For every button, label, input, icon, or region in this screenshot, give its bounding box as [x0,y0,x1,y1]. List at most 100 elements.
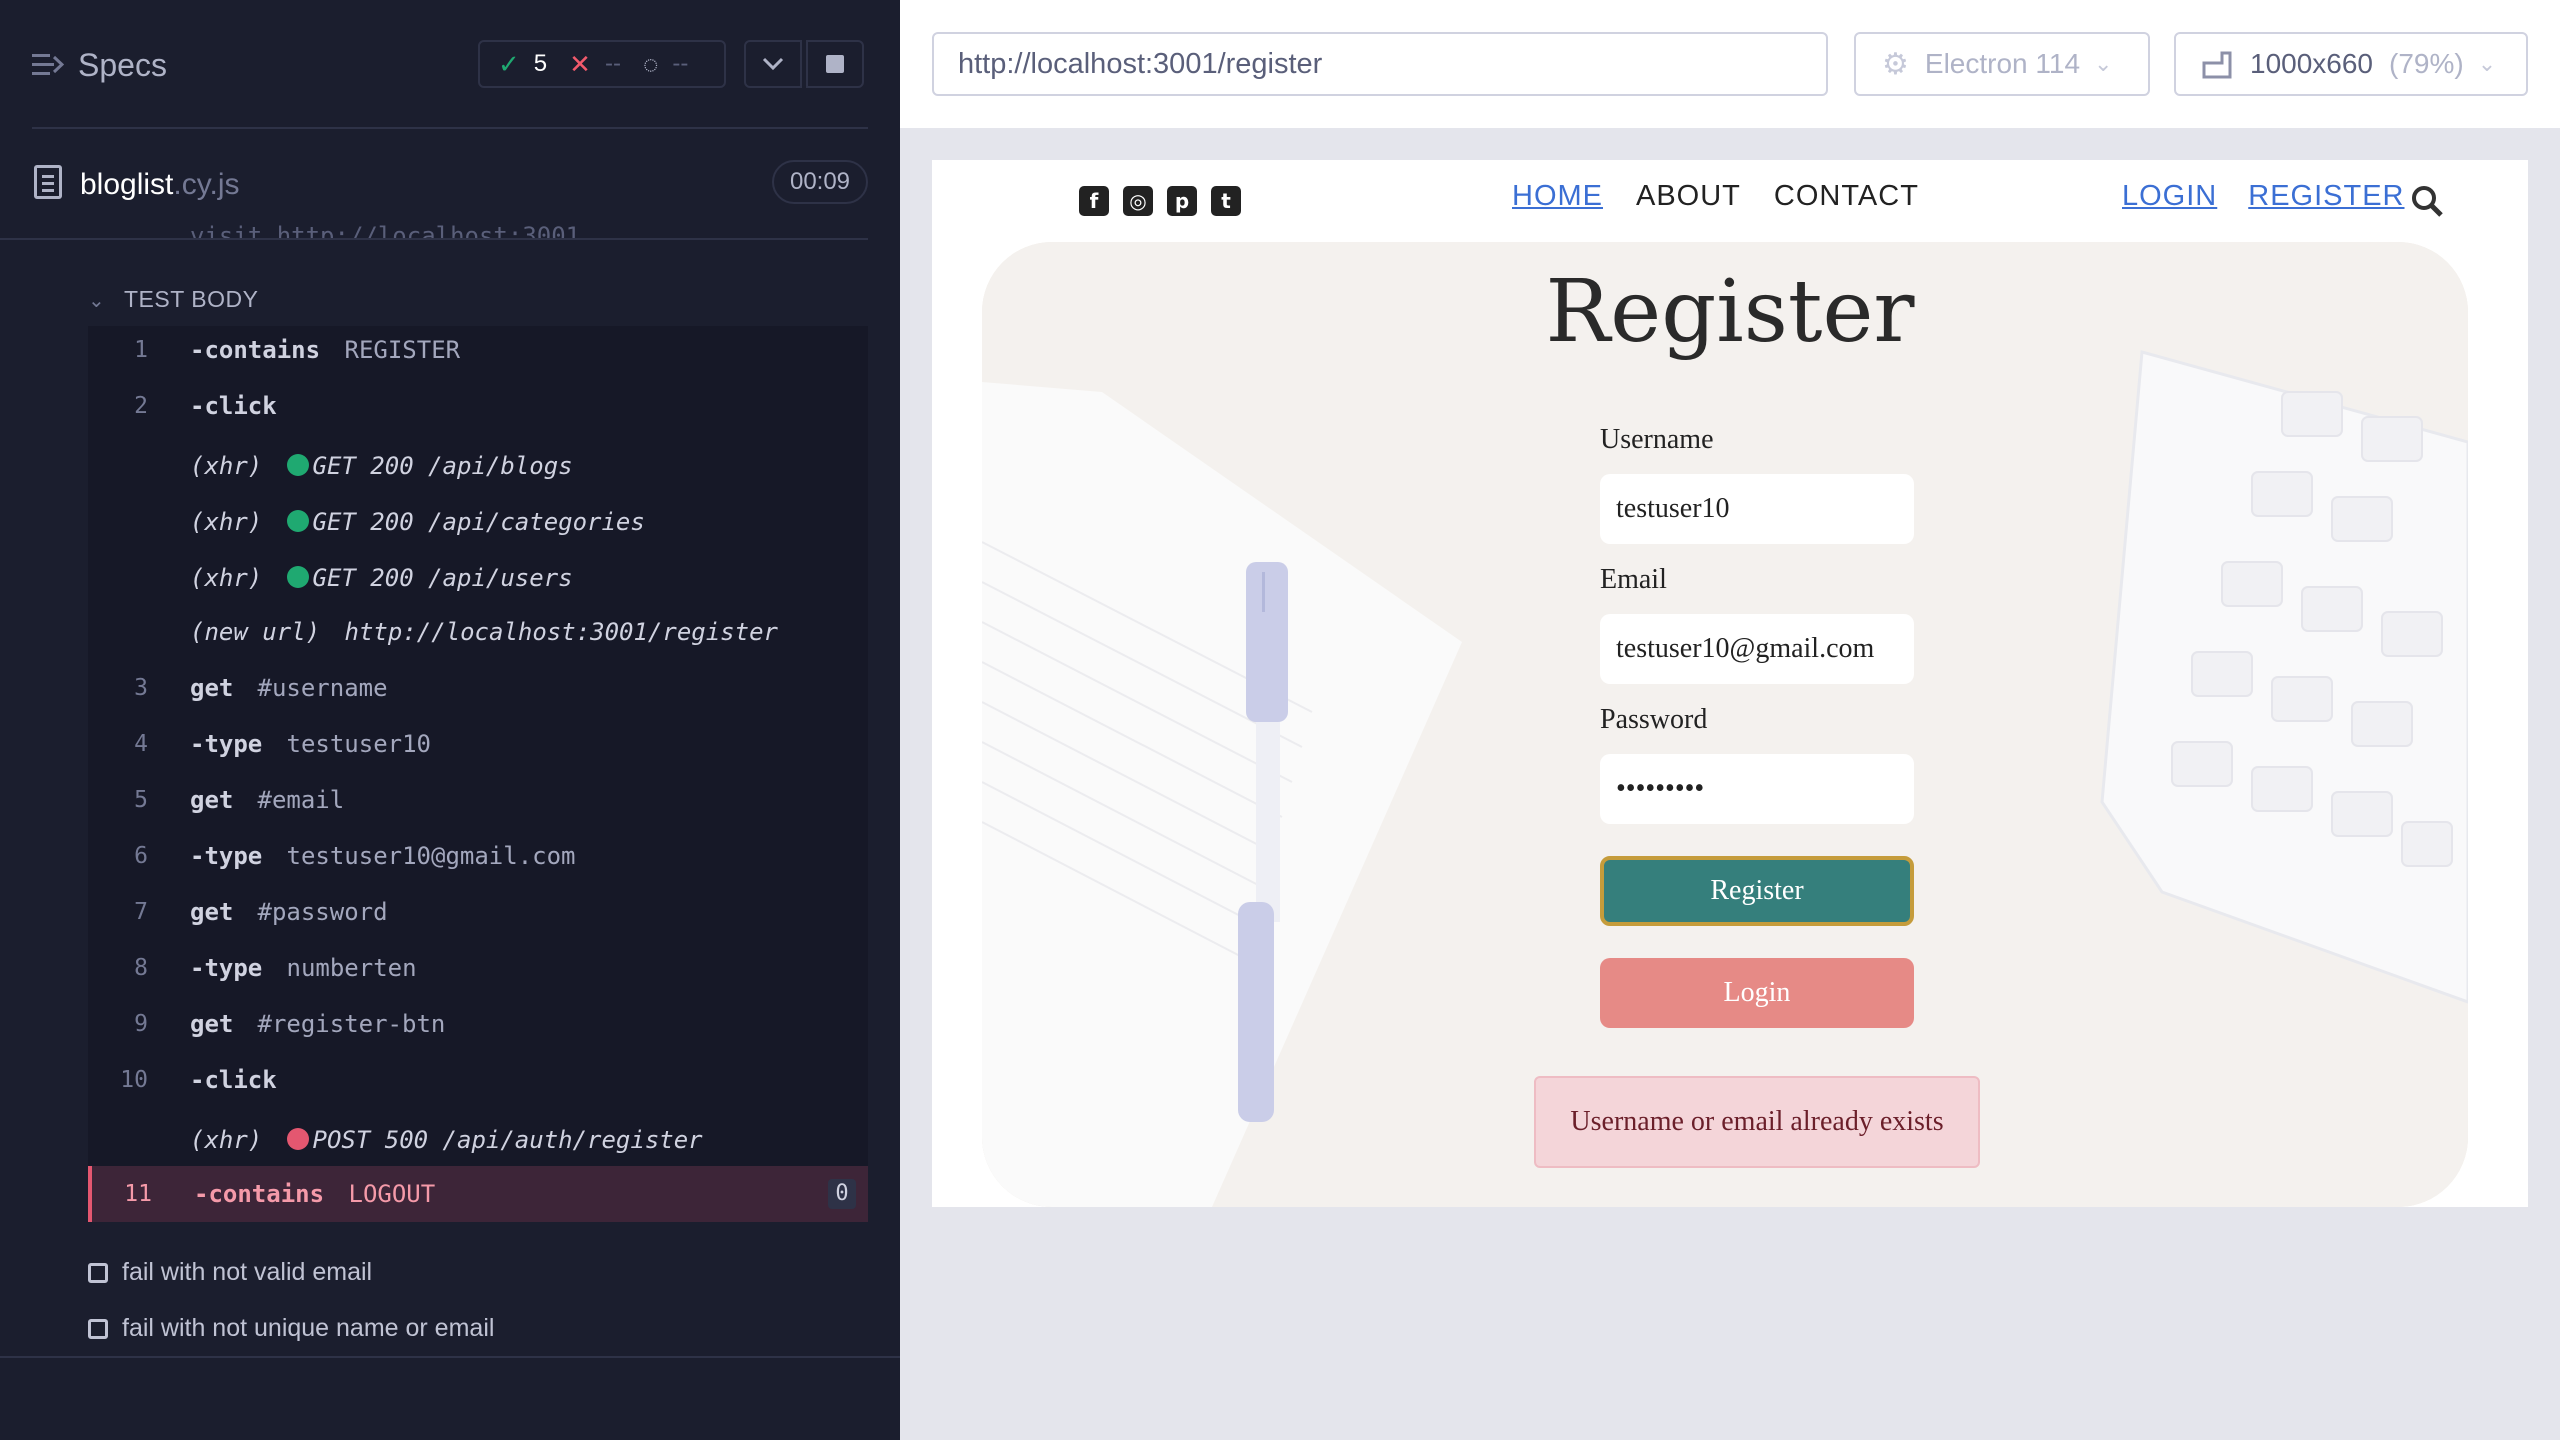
divider [32,127,868,129]
electron-icon: ⚙ [1882,47,1909,81]
viewport-selector[interactable]: 1000x660 (79%) ⌄ [2174,32,2528,96]
search-icon[interactable] [2410,184,2444,218]
main-nav: HOME ABOUT CONTACT [1512,180,1952,213]
divider [0,238,868,240]
failed-count: -- [604,50,621,77]
stop-button[interactable] [806,40,864,88]
command-message-text: testuser10 [286,730,432,758]
command-message-text: #username [257,674,388,702]
expand-collapse-button[interactable] [744,40,802,88]
username-label: Username [1600,424,1714,455]
facebook-icon[interactable]: f [1079,186,1109,216]
command-message: GET 200 /api/categories [286,508,645,536]
command-row[interactable]: 8 -type numberten [88,940,868,996]
command-message-text: GET 200 /api/users [312,564,573,592]
command-row[interactable]: 2 -click [88,378,868,434]
command-row[interactable]: 3 get #username [88,660,868,716]
pending-icon: ◌ [642,48,659,79]
file-name: bloglist [80,168,174,201]
command-name: -type [190,954,263,982]
status-ok-icon [286,566,309,588]
command-message-text: LOGOUT [348,1180,436,1208]
nav-home[interactable]: HOME [1512,180,1603,213]
xhr-log-row[interactable]: (xhr) GET 200 /api/categories [88,494,868,550]
command-row[interactable]: 10 -click [88,1052,868,1108]
pending-stat: ◌ -- [643,49,688,80]
nav-contact[interactable]: CONTACT [1774,180,1919,213]
pinterest-icon[interactable]: p [1167,186,1197,216]
specs-list-icon[interactable] [32,48,64,82]
duration-badge: 00:09 [772,160,868,204]
xhr-log-row[interactable]: (new url) http://localhost:3001/register [88,604,868,660]
passed-count: 5 [533,50,548,77]
url-bar[interactable]: http://localhost:3001/register [932,32,1828,96]
command-message-text: GET 200 /api/categories [312,508,645,536]
command-name: (new url) [190,618,321,646]
command-message: REGISTER [345,336,461,364]
stop-icon [826,55,844,73]
divider [0,1356,900,1358]
spec-file-name: bloglist.cy.js [80,168,240,202]
login-button[interactable]: Login [1600,958,1914,1028]
command-message: #register-btn [258,1010,446,1038]
test-stats: ✓ 5 ✕ -- ◌ -- [478,40,726,88]
cypress-reporter: Specs ✓ 5 ✕ -- ◌ -- bloglist.cy.js 00:09… [0,0,900,1440]
failed-stat: ✕ -- [569,49,621,80]
xhr-log-row[interactable]: (xhr) GET 200 /api/blogs [88,438,868,494]
viewport-size: 1000x660 [2250,48,2374,79]
command-message-text: #register-btn [257,1010,446,1038]
command-name: get [190,674,234,702]
page-title: Register [1545,262,1915,362]
specs-title[interactable]: Specs [78,47,167,84]
command-message: GET 200 /api/users [286,564,573,592]
command-row[interactable]: 4 -type testuser10 [88,716,868,772]
twitter-icon[interactable]: t [1211,186,1241,216]
hero-background [982,242,2468,1207]
command-message-text: POST 500 /api/auth/register [312,1126,703,1154]
email-input[interactable]: testuser10@gmail.com [1600,614,1914,684]
command-row[interactable]: 11 -contains LOGOUT 0 [88,1166,868,1222]
nav-register[interactable]: REGISTER [2248,180,2404,213]
username-input[interactable]: testuser10 [1600,474,1914,544]
command-message-text: #password [257,898,388,926]
command-row[interactable]: 7 get #password [88,884,868,940]
status-ok-icon [286,454,309,476]
email-label: Email [1600,564,1667,595]
command-number: 8 [134,955,148,981]
passed-stat: ✓ 5 [498,49,547,80]
command-name: get [190,1010,234,1038]
checkbox-icon [88,1318,108,1339]
command-name: -click [190,392,277,420]
app-page: f ◎ p t HOME ABOUT CONTACT LOGIN REGISTE… [932,160,2528,1207]
specs-header: Specs ✓ 5 ✕ -- ◌ -- [0,0,900,130]
nav-login[interactable]: LOGIN [2122,180,2217,213]
command-row[interactable]: 5 get #email [88,772,868,828]
command-number: 5 [134,787,148,813]
app-under-test: http://localhost:3001/register ⚙ Electro… [900,0,2560,1440]
command-row[interactable]: 9 get #register-btn [88,996,868,1052]
test-item[interactable]: fail with not unique name or email [88,1314,494,1343]
command-row[interactable]: 6 -type testuser10@gmail.com [88,828,868,884]
command-message: LOGOUT [349,1180,436,1208]
instagram-icon[interactable]: ◎ [1123,186,1153,216]
command-message: GET 200 /api/blogs [286,452,573,480]
command-message: numberten [287,954,417,982]
register-button[interactable]: Register [1600,856,1914,926]
command-row[interactable]: 1 -contains REGISTER [88,322,868,378]
xhr-log-row[interactable]: (xhr) POST 500 /api/auth/register [88,1112,868,1168]
command-name: -contains [194,1180,325,1208]
viewport-icon [2202,51,2232,79]
test-item[interactable]: fail with not valid email [88,1258,372,1287]
command-log: 1 -contains REGISTER 2 -click (xhr) GET 200 /a… [88,326,868,1222]
command-number: 10 [120,1067,148,1093]
command-name: -contains [190,336,321,364]
xhr-log-row[interactable]: (xhr) GET 200 /api/users [88,550,868,606]
test-body-header[interactable]: TEST BODY [124,286,258,313]
password-input[interactable]: ••••••••• [1600,754,1914,824]
chevron-down-icon[interactable]: ⌄ [88,288,105,313]
social-icons: f ◎ p t [1079,186,1255,216]
command-message: testuser10 [287,730,432,758]
nav-about[interactable]: ABOUT [1636,180,1741,213]
browser-selector[interactable]: ⚙ Electron 114 ⌄ [1854,32,2150,96]
test-title: fail with not unique name or email [122,1314,495,1342]
